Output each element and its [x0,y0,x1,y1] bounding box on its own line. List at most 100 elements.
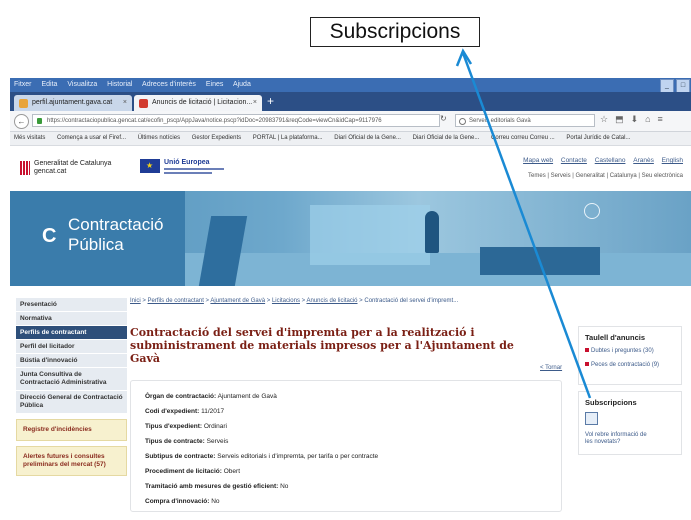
breadcrumb-item[interactable]: Ajuntament de Gavà [210,298,265,304]
minimize-icon[interactable]: _ [660,79,674,93]
banner-title-line: Pública [68,235,124,254]
bookmark-item[interactable]: Més visitats [14,135,45,141]
menu-item[interactable]: Fitxer [14,81,32,88]
link-castellano[interactable]: Castellano [595,157,626,164]
subscripcions-panel: Subscripcions Vol rebre informació de le… [578,391,682,455]
detail-row: Òrgan de contractació: Ajuntament de Gav… [145,393,277,400]
maximize-icon[interactable]: □ [676,79,690,93]
eu-subtitle-line [164,168,224,170]
toolbar-icons[interactable]: ☆⬒⬇⌂≡ [600,114,670,125]
gencat-name: Generalitat de Catalunya gencat.cat [34,160,111,176]
favicon-icon [139,99,148,108]
right-column: Taulell d'anuncis Dubtes i preguntes (30… [578,326,682,455]
tab-anuncis[interactable]: Anuncis de licitació | Licitacion... × [134,95,262,111]
menu-item[interactable]: Eines [206,81,224,88]
link-english[interactable]: English [662,157,683,164]
bookmark-item[interactable]: Comença a usar el Firef... [57,135,126,141]
tab-perfil[interactable]: perfil.ajuntament.gava.cat × [14,95,132,111]
menu-item[interactable]: Ajuda [233,81,251,88]
browser-screenshot: Fitxer Edita Visualitza Historial Adrece… [10,78,691,520]
detail-label: Procediment de licitació: [145,468,222,475]
breadcrumb-item[interactable]: Anuncis de licitació [306,298,357,304]
eu-subtitle-line [164,172,212,174]
taulell-item[interactable]: Dubtes i preguntes (30) [585,348,675,354]
bookmark-item[interactable]: Gestor Expedients [192,135,241,141]
menu-item[interactable]: Edita [41,81,57,88]
subscripcions-title: Subscripcions [585,398,637,407]
link-aranes[interactable]: Aranès [633,157,654,164]
menu-item[interactable]: Historial [107,81,132,88]
search-input[interactable]: Serveis editorials Gavà [455,114,595,127]
search-icon [459,118,466,125]
main-content: Presentació Normativa Perfils de contrac… [10,286,691,512]
close-icon[interactable]: × [253,95,257,111]
taulell-title: Taulell d'anuncis [585,333,645,342]
detail-label: Tramitació amb mesures de gestió eficien… [145,483,279,490]
bookmark-item[interactable]: PORTAL | La plataforma... [253,135,323,141]
sidebar-item-licitador[interactable]: Perfil del licitador [16,340,127,354]
reload-icon[interactable]: ↻ [440,114,447,123]
alertes-box[interactable]: Alertes futures i consultes preliminars … [16,446,127,476]
url-bar[interactable]: https://contractaciopublica.gencat.cat/e… [32,114,440,127]
detail-label: Codi d'expedient: [145,408,200,415]
back-arrow-icon[interactable]: ← [14,114,29,129]
banner-title-line: Contractació [68,215,164,234]
breadcrumb-item[interactable]: Licitacions [272,298,300,304]
sidebar-item-normativa[interactable]: Normativa [16,312,127,326]
registre-incidencies-box[interactable]: Registre d'incidències [16,419,127,441]
page-title: Contractació del servei d'impremta per a… [130,326,514,365]
lock-icon [37,118,42,124]
detail-row: Tramitació amb mesures de gestió eficien… [145,483,288,490]
taulell-anuncis-panel: Taulell d'anuncis Dubtes i preguntes (30… [578,326,682,385]
detail-value: Ajuntament de Gavà [217,393,277,400]
bookmark-item[interactable]: Diari Oficial de la Gene... [413,135,480,141]
tornar-link[interactable]: < Tornar [540,365,562,371]
breadcrumb-current: Contractació del servei d'impremt... [364,298,459,304]
contractacio-logo-icon: C [42,225,57,247]
eu-name: Unió Europea [164,159,210,166]
tab-label: perfil.ajuntament.gava.cat [32,99,113,106]
bookmark-item[interactable]: Correu correu Correu ... [491,135,555,141]
bullet-icon [585,362,589,367]
gencat-logo-icon[interactable] [20,161,30,175]
window-controls: _ □ [659,78,691,93]
secondary-links[interactable]: Temes | Serveis | Generalitat | Cataluny… [528,173,683,179]
top-links: Mapa web Contacte Castellano Aranès Engl… [517,157,683,164]
link-contacte[interactable]: Contacte [561,157,587,164]
detail-row: Tipus de contracte: Serveis [145,438,228,445]
menu-item[interactable]: Adreces d'interès [142,81,196,88]
bookmarks-bar: Més visitats Comença a usar el Firef... … [10,132,691,146]
sidebar: Presentació Normativa Perfils de contrac… [16,298,127,476]
tab-label: Anuncis de licitació | Licitacion... [152,99,253,106]
bookmark-item[interactable]: Últimes notícies [138,135,180,141]
subscripcions-link[interactable]: Vol rebre informació de les novetats? [585,432,655,446]
taulell-item-label: Dubtes i preguntes (30) [591,348,654,354]
bookmark-item[interactable]: Portal Jurídic de Catal... [566,135,630,141]
breadcrumb-item[interactable]: Inici [130,298,141,304]
subscribe-icon[interactable] [585,412,598,425]
bookmark-item[interactable]: Diari Oficial de la Gene... [334,135,401,141]
close-icon[interactable]: × [123,95,127,111]
detail-value: Serveis [206,438,229,445]
banner-graphic [310,205,430,265]
favicon-icon [19,99,28,108]
sidebar-item-perfils[interactable]: Perfils de contractant [16,326,127,340]
link-mapa-web[interactable]: Mapa web [523,157,553,164]
sidebar-item-junta[interactable]: Junta Consultiva de Contractació Adminis… [16,368,127,391]
taulell-item-label: Peces de contractació (9) [591,362,660,368]
detail-row: Procediment de licitació: Obert [145,468,240,475]
breadcrumb-item[interactable]: Perfils de contractant [148,298,204,304]
detail-value: No [280,483,289,490]
taulell-item[interactable]: Peces de contractació (9) [585,362,675,368]
details-panel: Òrgan de contractació: Ajuntament de Gav… [130,380,562,512]
menu-item[interactable]: Visualitza [67,81,97,88]
detail-value: 11/2017 [201,408,225,415]
new-tab-icon[interactable]: + [267,94,274,108]
sidebar-item-presentacio[interactable]: Presentació [16,298,127,312]
sidebar-item-direccio[interactable]: Direcció General de Contractació Pública [16,391,127,414]
sidebar-item-bustia[interactable]: Bústia d'innovació [16,354,127,368]
detail-value: Ordinari [203,423,227,430]
banner-title[interactable]: Contractació Pública [68,215,163,255]
contractacio-banner: C Contractació Pública [10,191,691,286]
navigation-bar: ← https://contractaciopublica.gencat.cat… [10,111,691,132]
